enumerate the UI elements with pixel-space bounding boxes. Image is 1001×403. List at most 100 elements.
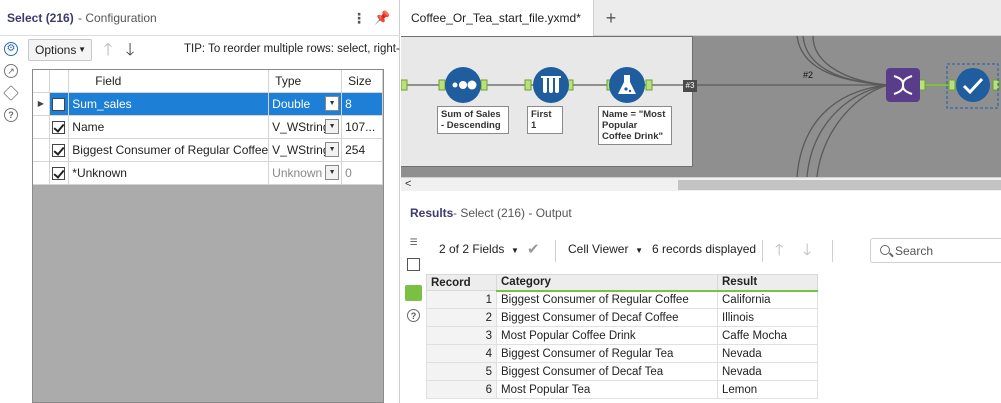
tag-icon-active[interactable]: [405, 285, 422, 301]
tag-icon[interactable]: [3, 85, 19, 101]
scrollbar-thumb[interactable]: [678, 180, 1001, 190]
field-type-cell[interactable]: Unknown ▼: [268, 161, 343, 185]
column-header-record[interactable]: Record: [426, 274, 497, 291]
type-dropdown[interactable]: Unknown ▼: [272, 162, 340, 184]
next-arrow-down-icon[interactable]: 🡓: [803, 239, 811, 266]
field-size-cell[interactable]: 107...: [341, 115, 383, 139]
vertical-ellipsis-icon[interactable]: ⋮: [352, 9, 366, 27]
search-box[interactable]: [870, 238, 1001, 263]
field-checkbox[interactable]: [52, 120, 66, 134]
compass-icon[interactable]: ↗: [4, 64, 18, 78]
field-type-cell[interactable]: V_WString ▼: [268, 115, 343, 139]
move-up-arrow-icon[interactable]: 🡑: [98, 39, 118, 61]
column-header-size[interactable]: Size: [341, 70, 383, 93]
result-cell[interactable]: Nevada: [717, 362, 818, 381]
field-row[interactable]: ▶ Sum_sales Double ▼ 8: [33, 92, 383, 116]
field-size-cell[interactable]: 0: [341, 161, 383, 185]
type-dropdown[interactable]: V_WString ▼: [272, 116, 340, 138]
anchor[interactable]: [480, 79, 488, 91]
result-cell[interactable]: Illinois: [717, 308, 818, 327]
chevron-down-icon[interactable]: ▼: [325, 164, 340, 180]
field-size-cell[interactable]: 254: [341, 138, 383, 162]
table-row[interactable]: 5 Biggest Consumer of Decaf Tea Nevada: [426, 362, 818, 381]
result-cell[interactable]: Lemon: [717, 380, 818, 399]
cell-viewer-dropdown[interactable]: Cell Viewer ▼: [568, 242, 643, 256]
search-input[interactable]: [895, 242, 995, 260]
record-cell[interactable]: 4: [426, 344, 497, 363]
anchor[interactable]: [524, 79, 532, 91]
table-row[interactable]: 2 Biggest Consumer of Decaf Coffee Illinoi…: [426, 308, 818, 327]
result-cell[interactable]: Nevada: [717, 344, 818, 363]
help-icon[interactable]: ?: [4, 108, 18, 122]
scroll-left-chevron-icon[interactable]: <: [405, 178, 411, 191]
record-cell[interactable]: 3: [426, 326, 497, 345]
chevron-down-icon[interactable]: ▼: [325, 118, 340, 134]
type-dropdown[interactable]: V_WString ▼: [272, 139, 340, 161]
apply-checkmark-icon[interactable]: ✔: [527, 240, 540, 258]
field-type-cell[interactable]: V_WString ▼: [268, 138, 343, 162]
field-row[interactable]: Biggest Consumer of Regular Coffee V_WStr…: [33, 138, 383, 162]
record-cell[interactable]: 2: [426, 308, 497, 327]
column-header-field[interactable]: Field: [68, 70, 270, 93]
field-checkbox[interactable]: [52, 97, 66, 111]
canvas-horizontal-scrollbar[interactable]: <: [401, 177, 1001, 191]
move-down-arrow-icon[interactable]: 🡓: [120, 39, 140, 61]
options-dropdown-button[interactable]: Options ▼: [28, 39, 92, 61]
anchor[interactable]: [948, 79, 956, 91]
field-name-cell[interactable]: Sum_sales: [68, 92, 270, 116]
result-cell[interactable]: California: [717, 290, 818, 309]
field-checkbox[interactable]: [52, 166, 66, 180]
tab-coffee-or-tea[interactable]: Coffee_Or_Tea_start_file.yxmd*: [401, 0, 594, 36]
category-cell[interactable]: Most Popular Coffee Drink: [496, 326, 718, 345]
field-size-cell[interactable]: 8: [341, 92, 383, 116]
list-icon[interactable]: ☰: [407, 236, 420, 249]
select-tool-icon[interactable]: [956, 68, 990, 102]
field-type-cell[interactable]: Double ▼: [268, 92, 343, 116]
anchor[interactable]: [645, 79, 653, 91]
chevron-down-icon[interactable]: ▼: [325, 95, 340, 111]
field-checkbox[interactable]: [52, 143, 66, 157]
sample-tool-icon[interactable]: [533, 67, 569, 103]
transpose-tool-icon[interactable]: [886, 68, 920, 102]
field-row-cell[interactable]: [49, 161, 70, 185]
column-header-type[interactable]: Type: [268, 70, 343, 93]
field-name-cell[interactable]: Name: [68, 115, 270, 139]
field-row-cell[interactable]: [49, 138, 70, 162]
previous-arrow-up-icon[interactable]: 🡑: [775, 239, 783, 266]
category-cell[interactable]: Biggest Consumer of Decaf Tea: [496, 362, 718, 381]
table-row[interactable]: 1 Biggest Consumer of Regular Coffee Calif…: [426, 290, 818, 309]
checkbox-header[interactable]: [49, 70, 70, 93]
add-tab-plus-icon[interactable]: +: [601, 8, 621, 28]
table-icon[interactable]: [407, 258, 420, 271]
category-cell[interactable]: Biggest Consumer of Decaf Coffee: [496, 308, 718, 327]
table-row[interactable]: 4 Biggest Consumer of Regular Tea Nevada: [426, 344, 818, 363]
result-cell[interactable]: Caffe Mocha: [717, 326, 818, 345]
category-cell[interactable]: Biggest Consumer of Regular Tea: [496, 344, 718, 363]
category-cell[interactable]: Most Popular Tea: [496, 380, 718, 399]
table-row[interactable]: 6 Most Popular Tea Lemon: [426, 380, 818, 399]
fields-dropdown[interactable]: 2 of 2 Fields ▼: [439, 242, 519, 256]
gear-icon[interactable]: ⚙: [4, 42, 18, 56]
chevron-down-icon[interactable]: ▼: [325, 141, 340, 157]
pin-icon[interactable]: 📌: [374, 9, 390, 27]
anchor[interactable]: [401, 79, 408, 91]
sort-tool-icon[interactable]: [445, 67, 481, 103]
field-row-cell[interactable]: [49, 92, 70, 116]
field-name-cell[interactable]: *Unknown: [68, 161, 270, 185]
record-cell[interactable]: 6: [426, 380, 497, 399]
category-cell[interactable]: Biggest Consumer of Regular Coffee: [496, 290, 718, 309]
field-row[interactable]: Name V_WString ▼ 107...: [33, 115, 383, 139]
field-name-cell[interactable]: Biggest Consumer of Regular Coffee: [68, 138, 270, 162]
column-header-category[interactable]: Category: [496, 274, 718, 292]
formula-tool-icon[interactable]: [609, 67, 645, 103]
type-dropdown[interactable]: Double ▼: [272, 93, 340, 115]
record-cell[interactable]: 1: [426, 290, 497, 309]
workflow-canvas[interactable]: Sum of Sales - Descending First 1 Name =…: [401, 36, 1001, 177]
field-row[interactable]: *Unknown Unknown ▼ 0: [33, 161, 383, 185]
table-row[interactable]: 3 Most Popular Coffee Drink Caffe Mocha: [426, 326, 818, 345]
formula-tool-label: Name = "Most Popular Coffee Drink": [598, 106, 672, 145]
column-header-result[interactable]: Result: [717, 274, 818, 292]
help-icon[interactable]: ?: [407, 309, 420, 322]
field-row-cell[interactable]: [49, 115, 70, 139]
record-cell[interactable]: 5: [426, 362, 497, 381]
